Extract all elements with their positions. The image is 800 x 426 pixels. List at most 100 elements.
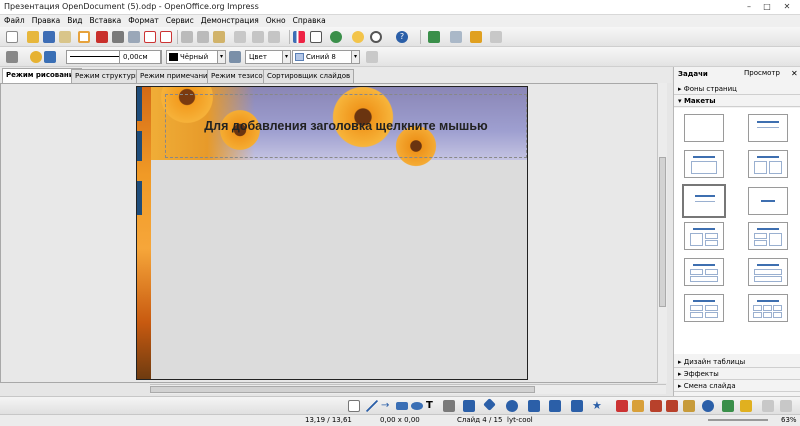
- points-icon[interactable]: [616, 400, 628, 412]
- toggle-extrusion-icon[interactable]: [762, 400, 774, 412]
- menu-view[interactable]: Вид: [67, 15, 82, 27]
- slide-canvas[interactable]: Для добавления заголовка щелкните мышью: [136, 86, 528, 380]
- menu-slideshow[interactable]: Демонстрация: [201, 15, 259, 27]
- ellipse-icon[interactable]: [411, 402, 423, 410]
- task-pane-close-icon[interactable]: ✕: [791, 69, 798, 78]
- menu-insert[interactable]: Вставка: [90, 15, 122, 27]
- fill-type-dropdown[interactable]: ▾: [282, 50, 291, 64]
- email-icon[interactable]: [59, 31, 71, 43]
- autospell-icon[interactable]: [160, 31, 172, 43]
- slideshow-icon[interactable]: [470, 31, 482, 43]
- section-table-design[interactable]: ▸ Дизайн таблицы: [674, 357, 800, 368]
- menu-help[interactable]: Справка: [293, 15, 326, 27]
- callouts-icon[interactable]: [571, 400, 583, 412]
- layout-title-only[interactable]: [748, 114, 788, 142]
- insert-object-icon[interactable]: [428, 31, 440, 43]
- vertical-scrollbar[interactable]: [657, 83, 667, 383]
- fill-color-select[interactable]: Синий 8: [292, 50, 352, 64]
- layout-title-content[interactable]: [684, 150, 724, 178]
- print-icon[interactable]: [112, 31, 124, 43]
- spellcheck-icon[interactable]: [144, 31, 156, 43]
- section-effects[interactable]: ▸ Эффекты: [674, 369, 800, 380]
- glue-points-icon[interactable]: [632, 400, 644, 412]
- zoom-icon[interactable]: [370, 31, 382, 43]
- menu-edit[interactable]: Правка: [32, 15, 61, 27]
- tab-slide-sorter[interactable]: Сортировщик слайдов: [263, 69, 355, 83]
- save-icon[interactable]: [43, 31, 55, 43]
- title-placeholder[interactable]: Для добавления заголовка щелкните мышью: [165, 94, 527, 158]
- text-icon[interactable]: T: [426, 400, 438, 412]
- flowchart-icon[interactable]: [549, 400, 561, 412]
- menu-file[interactable]: Файл: [4, 15, 25, 27]
- edit-icon[interactable]: [78, 31, 90, 43]
- layout-title-4content[interactable]: [684, 294, 724, 322]
- line-color-select[interactable]: Чёрный: [166, 50, 218, 64]
- maximize-button[interactable]: □: [760, 2, 774, 12]
- vertical-scroll-thumb[interactable]: [659, 157, 666, 307]
- zoom-level[interactable]: 63%: [781, 416, 797, 424]
- connector-icon[interactable]: [463, 400, 475, 412]
- minimize-button[interactable]: –: [742, 2, 756, 12]
- redo-icon[interactable]: [268, 31, 280, 43]
- preview-icon[interactable]: [128, 31, 140, 43]
- layout-centered-text[interactable]: [748, 187, 788, 215]
- paste-icon[interactable]: [213, 31, 225, 43]
- slide-layout-icon[interactable]: [450, 31, 462, 43]
- tab-outline[interactable]: Режим структуры: [71, 69, 145, 83]
- block-arrows-icon[interactable]: [528, 400, 540, 412]
- section-master-pages[interactable]: ▸ Фоны страниц: [674, 84, 800, 95]
- menu-format[interactable]: Формат: [128, 15, 158, 27]
- layout-title-2content-top[interactable]: [684, 258, 724, 286]
- shadow-icon[interactable]: [366, 51, 378, 63]
- fill-type-select[interactable]: Цвет: [245, 50, 283, 64]
- menu-window[interactable]: Окно: [266, 15, 286, 27]
- navigator-icon[interactable]: [352, 31, 364, 43]
- line-color-dropdown[interactable]: ▾: [217, 50, 226, 64]
- more-tools-icon[interactable]: [780, 400, 792, 412]
- menu-tools[interactable]: Сервис: [166, 15, 194, 27]
- horizontal-scrollbar[interactable]: [150, 384, 666, 394]
- format-paintbrush-icon[interactable]: [234, 31, 246, 43]
- arrow-icon[interactable]: →: [381, 400, 393, 412]
- stars-icon[interactable]: ★: [592, 400, 604, 412]
- section-layouts[interactable]: ▾ Макеты: [674, 96, 800, 107]
- from-file-icon[interactable]: [666, 400, 678, 412]
- layout-title-6content[interactable]: [748, 294, 788, 322]
- layout-blank[interactable]: [684, 114, 724, 142]
- basic-shapes-icon[interactable]: [483, 398, 496, 411]
- line-width-field[interactable]: 0,00см: [119, 50, 161, 64]
- layout-title-content-2[interactable]: [748, 222, 788, 250]
- undo-icon[interactable]: [252, 31, 264, 43]
- align-icon[interactable]: [722, 400, 734, 412]
- line-icon[interactable]: [366, 400, 378, 412]
- layout-title-content-over[interactable]: [748, 258, 788, 286]
- select-icon[interactable]: [348, 400, 360, 412]
- chart-icon[interactable]: [293, 31, 305, 43]
- open-icon[interactable]: [27, 31, 39, 43]
- help-icon[interactable]: ?: [396, 31, 408, 43]
- tab-notes[interactable]: Режим примечаний: [136, 69, 217, 83]
- section-slide-transition[interactable]: ▸ Смена слайда: [674, 381, 800, 392]
- symbol-shapes-icon[interactable]: [506, 400, 518, 412]
- layout-title-two-content[interactable]: [748, 150, 788, 178]
- horizontal-scroll-thumb[interactable]: [150, 386, 535, 393]
- tab-handout[interactable]: Режим тезисов: [207, 69, 271, 83]
- pdf-icon[interactable]: [96, 31, 108, 43]
- hyperlink-icon[interactable]: [330, 31, 342, 43]
- copy-icon[interactable]: [197, 31, 209, 43]
- display-icon[interactable]: [490, 31, 502, 43]
- fontwork-icon[interactable]: [650, 400, 662, 412]
- task-pane-view-menu[interactable]: Просмотр: [744, 69, 780, 77]
- new-icon[interactable]: [6, 31, 18, 43]
- table-icon[interactable]: [310, 31, 322, 43]
- gallery-icon[interactable]: [683, 400, 695, 412]
- fill-color-dropdown[interactable]: ▾: [351, 50, 360, 64]
- layout-title-slide[interactable]: [682, 184, 726, 218]
- cut-icon[interactable]: [181, 31, 193, 43]
- arrange-icon[interactable]: [740, 400, 752, 412]
- area-icon[interactable]: [229, 51, 241, 63]
- layout-title-2content[interactable]: [684, 222, 724, 250]
- extrusion-icon[interactable]: [702, 400, 714, 412]
- curve-icon[interactable]: [443, 400, 455, 412]
- zoom-slider[interactable]: [708, 419, 768, 421]
